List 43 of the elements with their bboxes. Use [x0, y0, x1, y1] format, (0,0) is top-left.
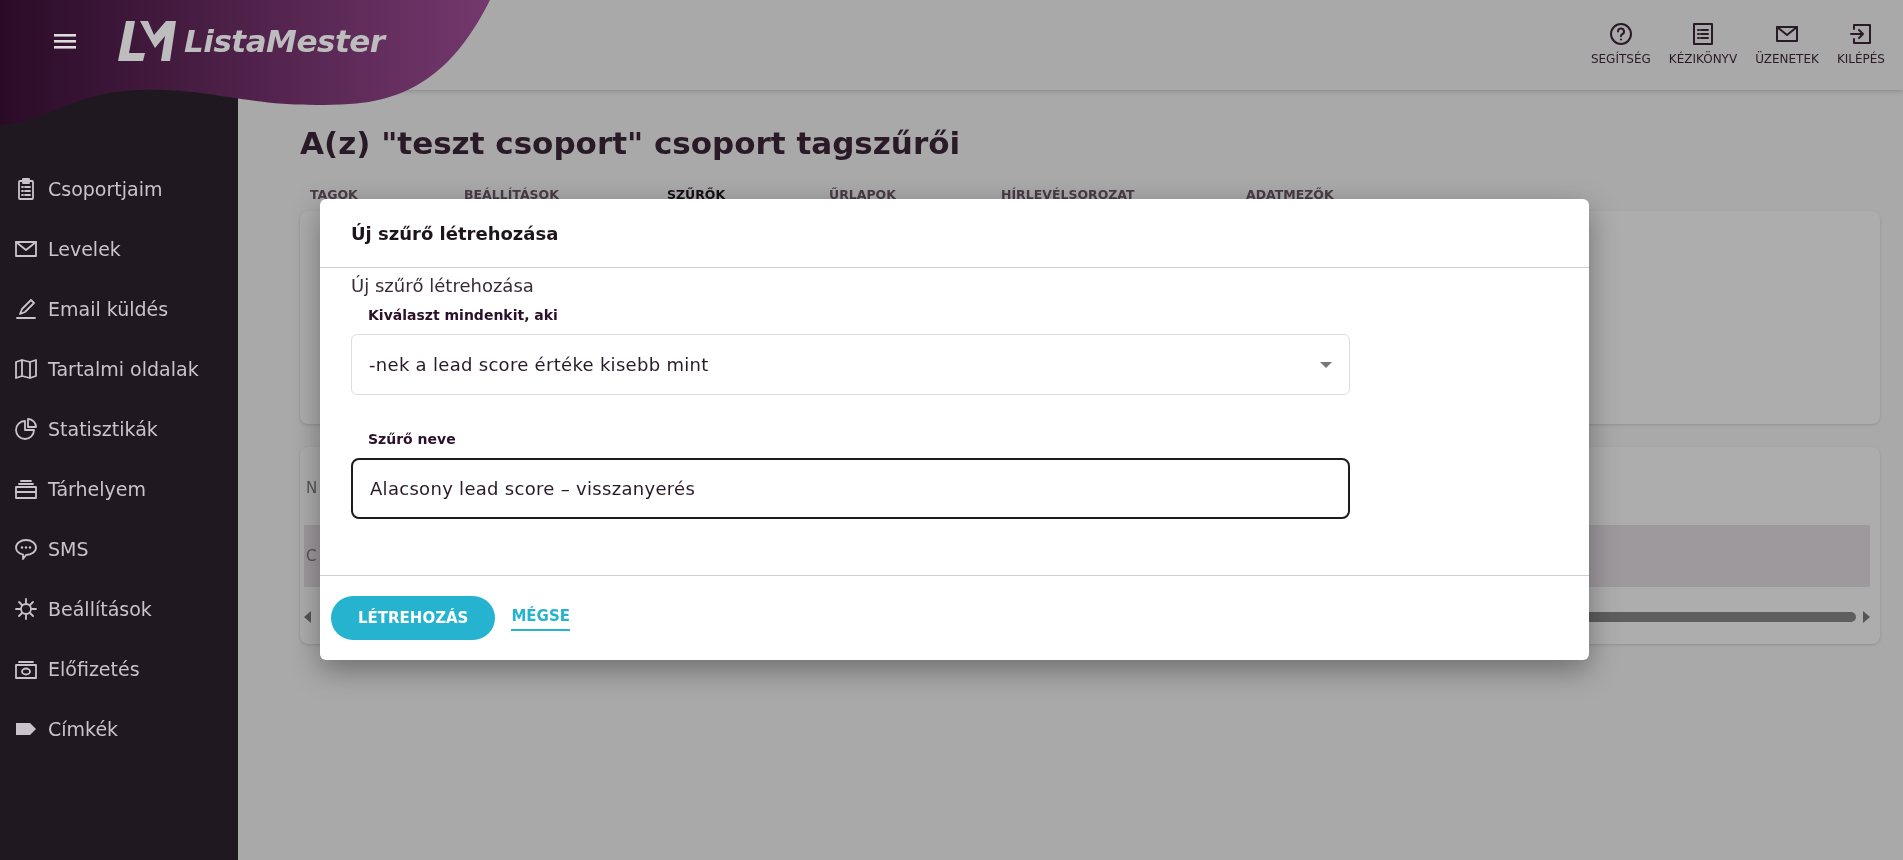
pen-icon: [14, 297, 38, 321]
page-title: A(z) "teszt csoport" csoport tagszűrői: [300, 124, 962, 163]
table-cell: C: [306, 546, 317, 565]
pie-chart-icon: [14, 417, 38, 441]
scroll-right-icon[interactable]: [1862, 610, 1870, 623]
chat-icon: [14, 537, 38, 561]
tab[interactable]: ADATMEZŐK: [1236, 180, 1386, 211]
field-label: Szűrő neve: [367, 430, 457, 449]
header-link[interactable]: KILÉPÉS: [1828, 22, 1893, 68]
field-label: Kiválaszt mindenkit, aki: [367, 306, 559, 325]
gear-icon: [14, 597, 38, 621]
dialog-title: Új szűrő létrehozása: [351, 221, 559, 246]
column-header: N: [306, 478, 318, 497]
dialog-subtitle: Új szűrő létrehozása: [351, 274, 535, 298]
logo-text: ListaMester: [184, 22, 385, 61]
tab[interactable]: BEÁLLÍTÁSOK: [454, 180, 657, 211]
sidebar-item[interactable]: Statisztikák: [0, 399, 238, 459]
header-link[interactable]: KÉZIKÖNYV: [1660, 22, 1746, 68]
tray-icon: [14, 477, 38, 501]
sidebar-item[interactable]: Előfizetés: [0, 639, 238, 699]
header-link[interactable]: SEGÍTSÉG: [1582, 22, 1659, 68]
help-icon: [1608, 22, 1633, 46]
header-link[interactable]: ÜZENETEK: [1747, 22, 1827, 68]
logout-icon: [1848, 22, 1873, 46]
book-icon: [14, 357, 38, 381]
tab[interactable]: TAGOK: [300, 180, 454, 211]
tab[interactable]: HÍRLEVÉLSOROZAT: [991, 180, 1236, 211]
list-icon: [1690, 22, 1715, 46]
select-field[interactable]: -nek a lead score értéke kisebb mint: [351, 334, 1350, 395]
tab[interactable]: ŰRLAPOK: [819, 180, 991, 211]
sidebar-item[interactable]: SMS: [0, 519, 238, 579]
sidebar-item[interactable]: Csoportjaim: [0, 159, 238, 219]
scroll-left-icon[interactable]: [304, 610, 312, 623]
input-field[interactable]: Alacsony lead score – visszanyerés: [351, 458, 1350, 519]
sidebar-item[interactable]: Email küldés: [0, 279, 238, 339]
sidebar-item[interactable]: Címkék: [0, 699, 238, 759]
tab[interactable]: SZŰRŐK: [657, 180, 819, 211]
logo-icon: [118, 19, 176, 64]
dropdown-caret-icon: [1320, 361, 1332, 368]
sidebar-item[interactable]: Tárhelyem: [0, 459, 238, 519]
sidebar-item[interactable]: Tartalmi oldalak: [0, 339, 238, 399]
sidebar-item[interactable]: Levelek: [0, 219, 238, 279]
sidebar-item[interactable]: Beállítások: [0, 579, 238, 639]
